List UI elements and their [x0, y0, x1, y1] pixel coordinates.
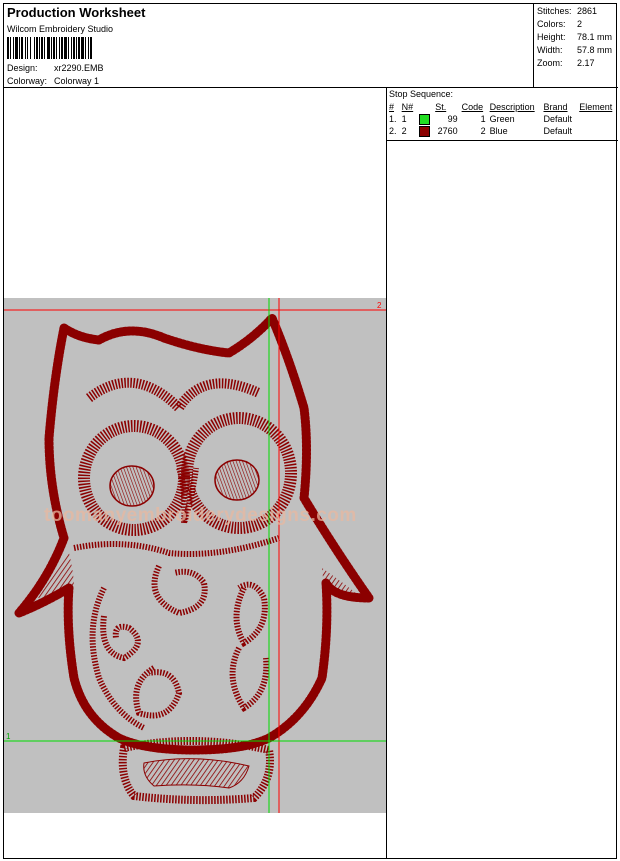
stop-marker-2: 2: [377, 301, 382, 310]
height-value: 78.1 mm: [577, 32, 613, 42]
stop-marker-1: 1: [6, 732, 11, 741]
stats-panel: Stitches: 2861 Colors: 2 Height: 78.1 mm…: [534, 4, 618, 88]
colorway-label: Colorway:: [7, 76, 48, 86]
col-code: Code: [461, 102, 484, 112]
row-stitches: 2760: [437, 126, 458, 136]
col-element: Element: [579, 102, 613, 112]
design-canvas: 2 1 toomanyembroiderydesigns.com: [4, 298, 386, 813]
owl-outline: [14, 313, 374, 755]
color-swatch-cell: [417, 113, 433, 125]
colorway-value: Colorway 1: [54, 76, 100, 86]
row-description: Green: [489, 114, 515, 124]
row-element: [577, 113, 618, 125]
stop-sequence-panel: Stop Sequence: # N# St. Code Description…: [387, 88, 618, 141]
stitches-value: 2861: [577, 6, 598, 16]
colors-label: Colors:: [537, 19, 566, 29]
design-preview-panel: 2 1 toomanyembroiderydesigns.com: [4, 88, 387, 858]
stop-sequence-title: Stop Sequence:: [389, 89, 454, 99]
row-stitches: 99: [447, 114, 458, 124]
table-row: 2. 2 2760 2 Blue Default: [387, 125, 618, 137]
owl-embroidery-preview: 2 1: [4, 298, 386, 813]
row-n: 1: [401, 114, 407, 124]
width-label: Width:: [537, 45, 563, 55]
header-info-panel: Production Worksheet Wilcom Embroidery S…: [4, 4, 534, 88]
col-swatch: [417, 101, 433, 113]
color-swatch: [418, 113, 430, 125]
stitches-label: Stitches:: [537, 6, 572, 16]
row-code: 2: [480, 126, 486, 136]
row-brand: Default: [543, 114, 573, 124]
page-title: Production Worksheet: [7, 5, 146, 20]
colorway-field: Colorway: Colorway 1: [7, 76, 99, 86]
owl-paisleys: [73, 535, 280, 731]
color-swatch: [418, 125, 430, 137]
row-element: [577, 125, 618, 137]
stop-table-header: # N# St. Code Description Brand Element: [387, 101, 618, 113]
col-stitches: St.: [435, 102, 447, 112]
design-value: xr2290.EMB: [54, 63, 104, 73]
row-num: 1.: [389, 114, 397, 124]
row-brand: Default: [543, 126, 573, 136]
design-label: Design:: [7, 63, 38, 73]
zoom-label: Zoom:: [537, 58, 563, 68]
col-brand: Brand: [543, 102, 568, 112]
design-field: Design: xr2290.EMB: [7, 63, 104, 73]
colors-value: 2: [577, 19, 583, 29]
row-description: Blue: [489, 126, 508, 136]
company-name: Wilcom Embroidery Studio: [7, 24, 114, 34]
color-swatch-cell: [417, 125, 433, 137]
watermark: toomanyembroiderydesigns.com: [44, 505, 357, 526]
row-code: 1: [480, 114, 486, 124]
col-n: N#: [401, 102, 414, 112]
table-row: 1. 1 99 1 Green Default: [387, 113, 618, 125]
zoom-value: 2.17: [577, 58, 595, 68]
row-n: 2: [401, 126, 407, 136]
width-value: 57.8 mm: [577, 45, 613, 55]
worksheet-page: Production Worksheet Wilcom Embroidery S…: [3, 3, 618, 859]
col-num: #: [389, 102, 395, 112]
barcode: [7, 37, 131, 59]
col-description: Description: [489, 102, 535, 112]
height-label: Height:: [537, 32, 566, 42]
row-num: 2.: [389, 126, 397, 136]
stop-sequence-table: # N# St. Code Description Brand Element …: [387, 101, 618, 137]
